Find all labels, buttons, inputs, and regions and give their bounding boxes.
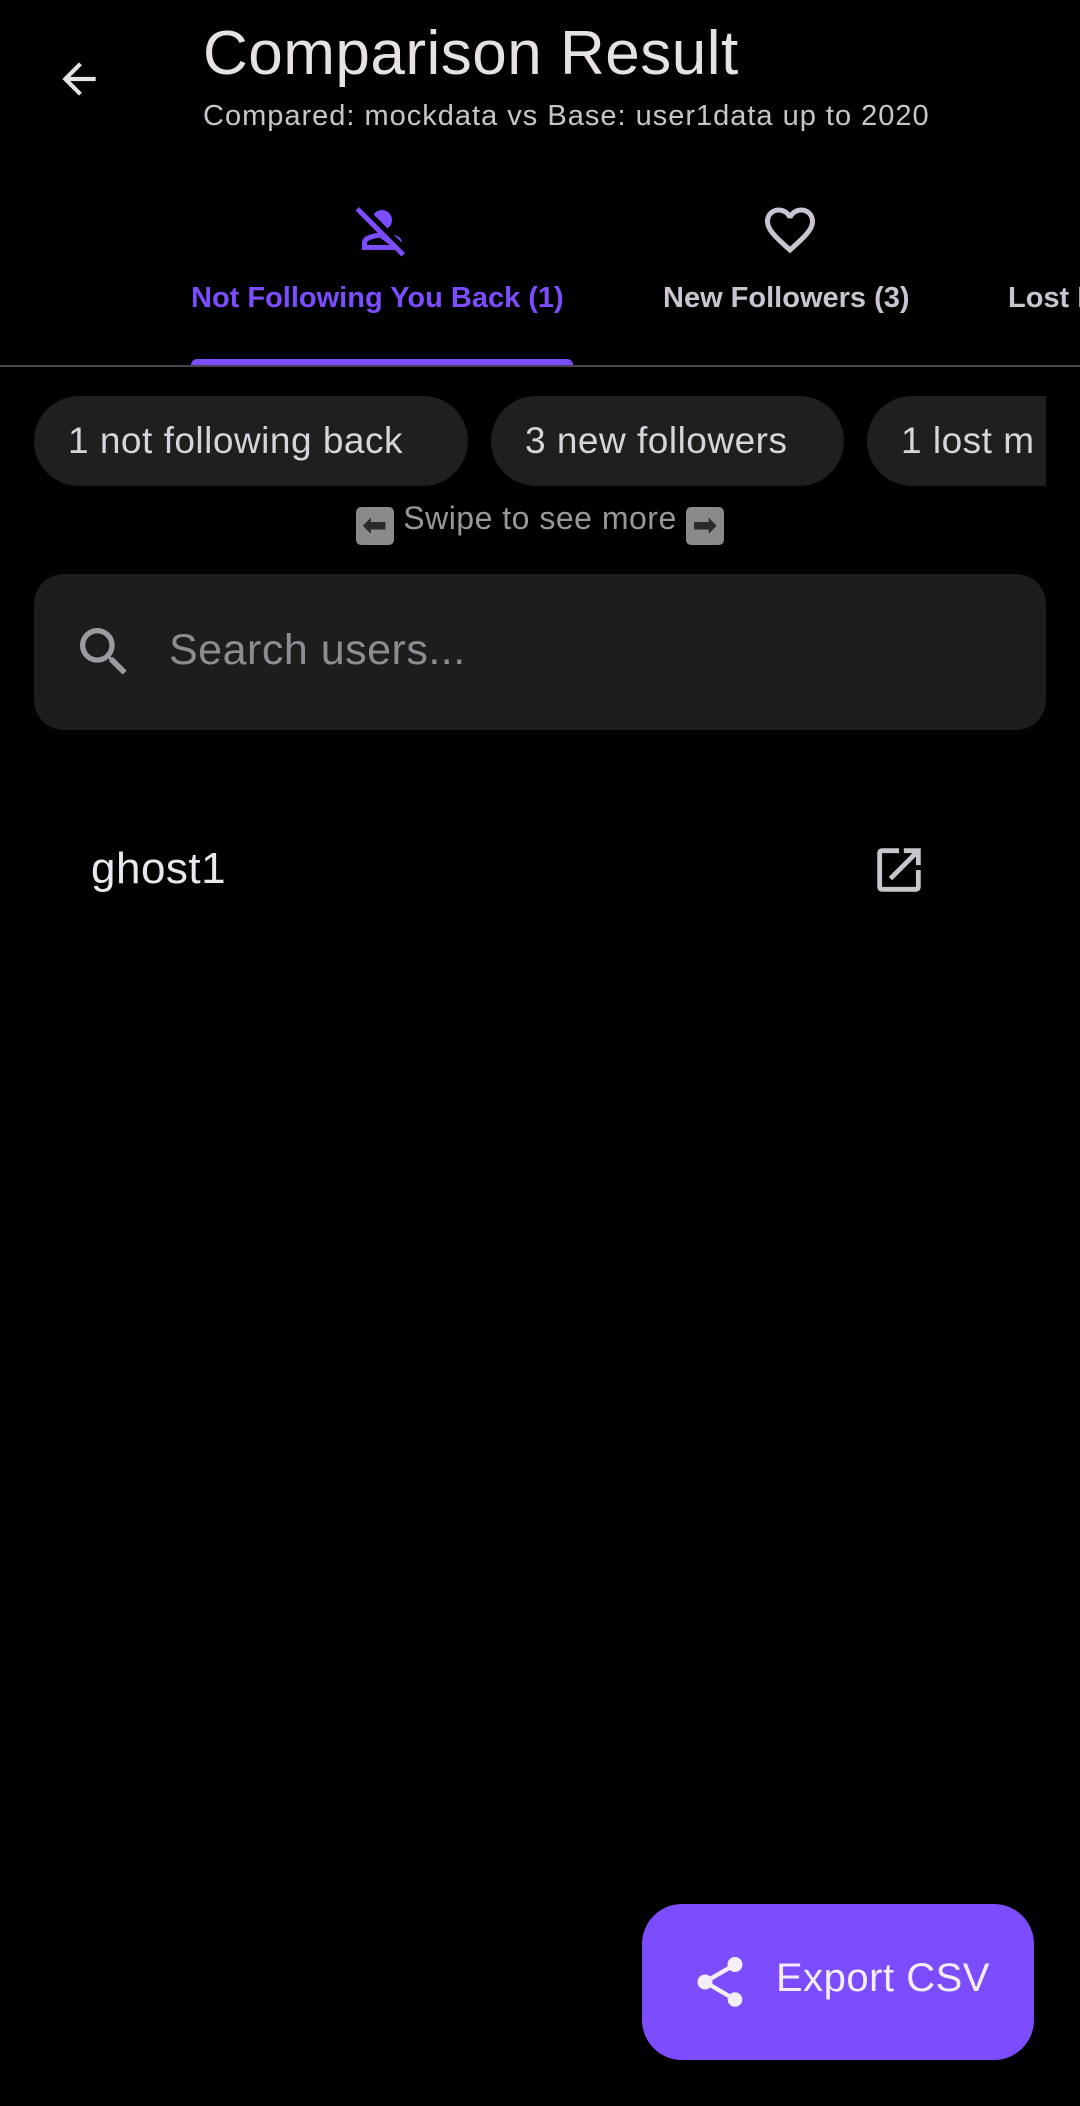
open-in-new-icon xyxy=(877,848,921,892)
search-input[interactable]: Search users... xyxy=(34,574,1046,730)
tab-bar: Not Following You Back (1) New Followers… xyxy=(0,185,1080,367)
chip-not-following-back[interactable]: 1 not following back xyxy=(34,396,468,486)
app-bar: Comparison Result Compared: mockdata vs … xyxy=(0,0,1080,170)
heart-outline-icon xyxy=(765,207,815,254)
share-icon xyxy=(697,1957,743,2007)
page-subtitle: Compared: mockdata vs Base: user1data up… xyxy=(203,100,930,132)
tab-not-following-back[interactable]: Not Following You Back (1) xyxy=(191,185,573,367)
tab-lost[interactable]: Lost M xyxy=(1008,185,1080,367)
search-placeholder: Search users... xyxy=(169,626,466,674)
open-profile-button[interactable] xyxy=(866,837,932,903)
tab-new-followers[interactable]: New Followers (3) xyxy=(663,185,918,367)
back-button[interactable] xyxy=(44,44,114,114)
list-item[interactable]: ghost1 xyxy=(0,810,1080,930)
summary-chips: 1 not following back 3 new followers 1 l… xyxy=(34,396,1046,486)
chip-new-followers[interactable]: 3 new followers xyxy=(491,396,844,486)
tab-not-following-back-label: Not Following You Back (1) xyxy=(191,282,564,314)
left-arrow-icon: ⬅ xyxy=(355,507,394,545)
export-csv-button[interactable]: Export CSV xyxy=(642,1904,1034,2060)
username: ghost1 xyxy=(91,844,227,893)
tab-divider xyxy=(0,365,1080,367)
tab-new-followers-label: New Followers (3) xyxy=(663,282,910,314)
export-csv-label: Export CSV xyxy=(776,1956,990,2000)
page-title: Comparison Result xyxy=(203,19,739,88)
chip-lost[interactable]: 1 lost m xyxy=(867,396,1046,486)
tab-lost-label: Lost M xyxy=(1008,282,1080,314)
person-off-icon xyxy=(355,207,405,257)
right-arrow-icon: ➡ xyxy=(686,507,725,545)
search-icon xyxy=(80,628,127,675)
swipe-hint: ⬅ Swipe to see more ➡ xyxy=(0,500,1080,545)
arrow-back-icon xyxy=(62,62,96,96)
swipe-hint-text: Swipe to see more xyxy=(403,500,677,536)
